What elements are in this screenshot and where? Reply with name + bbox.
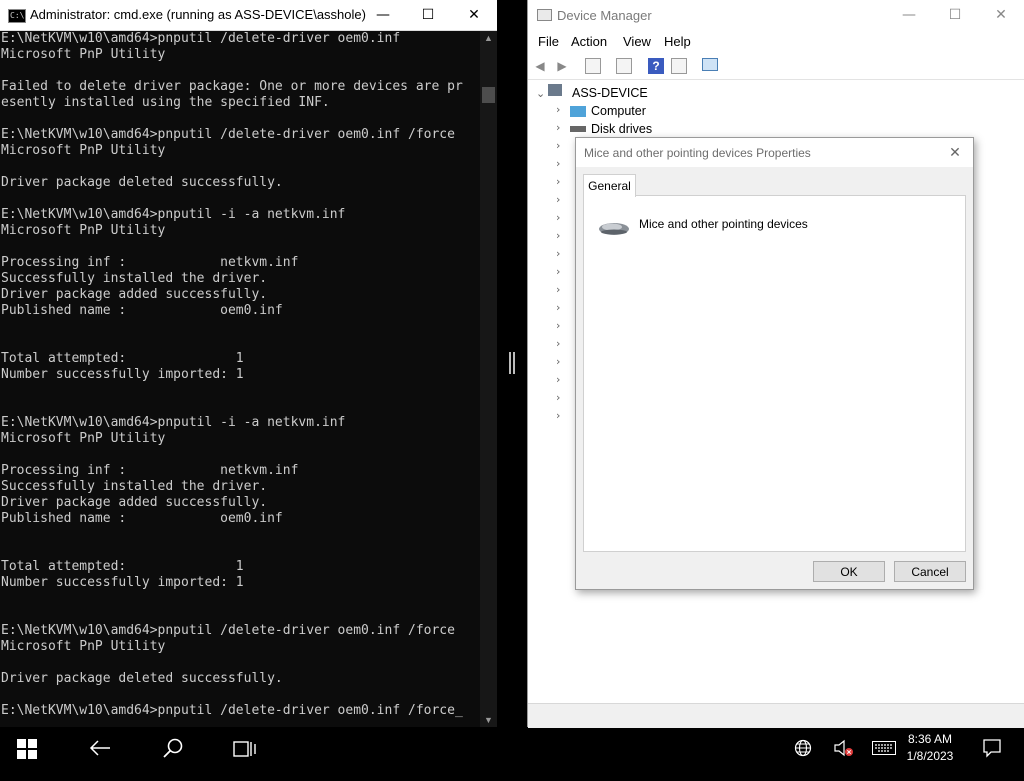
volume-muted-icon[interactable] <box>834 739 854 779</box>
console-scrollbar[interactable]: ▲ ▼ <box>480 31 497 727</box>
expand-chevron-icon[interactable]: › <box>556 121 560 134</box>
expand-chevron-icon[interactable]: › <box>556 175 560 188</box>
tree-item-computer[interactable]: Computer <box>591 102 646 120</box>
network-globe-icon[interactable] <box>794 739 812 779</box>
dm-minimize-button[interactable]: — <box>886 0 932 30</box>
back-arrow-icon[interactable]: ◀ <box>532 58 548 74</box>
dm-window-title: Device Manager <box>557 8 652 23</box>
details-icon[interactable] <box>616 58 632 74</box>
expand-chevron-icon[interactable]: › <box>556 391 560 404</box>
system-clock[interactable]: 8:36 AM 1/8/2023 <box>900 731 960 765</box>
minimize-button[interactable]: — <box>360 0 406 30</box>
cancel-button[interactable]: Cancel <box>894 561 966 582</box>
back-arrow-icon[interactable] <box>89 739 111 779</box>
notifications-icon[interactable] <box>983 739 1001 779</box>
expand-chevron-icon[interactable]: › <box>556 301 560 314</box>
expand-chevron-icon[interactable]: › <box>556 373 560 386</box>
general-tab-panel: Mice and other pointing devices <box>583 195 966 552</box>
snap-divider[interactable] <box>497 0 527 727</box>
dialog-close-button[interactable]: ✕ <box>943 142 967 164</box>
expand-chevron-icon[interactable]: › <box>556 193 560 206</box>
expand-chevron-icon[interactable]: › <box>556 211 560 224</box>
expand-chevron-icon[interactable]: › <box>556 157 560 170</box>
dm-maximize-button[interactable]: ☐ <box>932 0 978 30</box>
cmd-window-title: Administrator: cmd.exe (running as ASS-D… <box>30 7 366 22</box>
menu-action[interactable]: Action <box>571 34 607 49</box>
properties-icon[interactable] <box>585 58 601 74</box>
help-icon[interactable]: ? <box>648 58 664 74</box>
tree-item-disk-drives[interactable]: Disk drives <box>591 120 652 138</box>
expand-chevron-icon[interactable]: › <box>556 355 560 368</box>
expand-chevron-icon[interactable]: › <box>556 337 560 350</box>
scroll-down-arrow-icon[interactable]: ▼ <box>480 715 497 725</box>
expand-chevron-icon[interactable]: › <box>556 409 560 422</box>
menu-file[interactable]: File <box>538 34 559 49</box>
cmd-window[interactable]: C:\ Administrator: cmd.exe (running as A… <box>0 0 497 727</box>
cmd-title-bar[interactable]: C:\ Administrator: cmd.exe (running as A… <box>0 0 497 31</box>
toolbar: ◀ ▶ ? <box>528 53 1024 80</box>
divider-grip-icon[interactable] <box>509 352 515 374</box>
close-button[interactable]: ✕ <box>451 0 497 30</box>
scroll-up-arrow-icon[interactable]: ▲ <box>480 33 497 43</box>
console-output[interactable]: E:\NetKVM\w10\amd64>pnputil /delete-driv… <box>1 31 479 727</box>
search-icon[interactable] <box>162 738 184 778</box>
disk-drive-icon <box>570 126 586 132</box>
expand-chevron-icon[interactable]: › <box>556 247 560 260</box>
dialog-title-bar[interactable]: Mice and other pointing devices Properti… <box>576 138 973 167</box>
menu-help[interactable]: Help <box>664 34 691 49</box>
expand-chevron-icon[interactable]: › <box>556 229 560 242</box>
device-manager-app-icon <box>537 9 552 21</box>
taskbar: 8:36 AM 1/8/2023 <box>0 728 1024 768</box>
view-icon[interactable] <box>671 58 687 74</box>
windows-start-icon[interactable] <box>17 739 37 779</box>
forward-arrow-icon[interactable]: ▶ <box>554 58 570 74</box>
tree-root[interactable]: ASS-DEVICE <box>572 84 648 102</box>
keyboard-icon[interactable] <box>872 741 896 781</box>
status-bar <box>528 703 1024 728</box>
computer-root-icon <box>548 84 562 96</box>
expand-chevron-icon[interactable]: › <box>556 103 560 116</box>
maximize-button[interactable]: ☐ <box>405 0 451 30</box>
mouse-icon <box>599 223 629 235</box>
expand-chevron-icon[interactable]: › <box>556 139 560 152</box>
menu-bar: File Action View Help <box>528 31 1024 53</box>
properties-dialog[interactable]: Mice and other pointing devices Properti… <box>575 137 974 590</box>
device-name-label: Mice and other pointing devices <box>639 217 808 231</box>
menu-view[interactable]: View <box>623 34 651 49</box>
tab-general[interactable]: General <box>583 174 636 197</box>
expand-chevron-icon[interactable]: › <box>556 319 560 332</box>
dialog-title: Mice and other pointing devices Properti… <box>584 146 811 160</box>
cmd-app-icon: C:\ <box>8 9 26 23</box>
ok-button[interactable]: OK <box>813 561 885 582</box>
task-view-icon[interactable] <box>233 739 257 779</box>
dm-close-button[interactable]: ✕ <box>978 0 1024 30</box>
collapse-chevron-icon[interactable]: ⌄ <box>536 87 545 100</box>
clock-date: 1/8/2023 <box>906 749 954 763</box>
clock-time: 8:36 AM <box>907 732 953 746</box>
monitor-icon <box>570 106 586 117</box>
dm-title-bar[interactable]: Device Manager — ☐ ✕ <box>528 0 1024 30</box>
expand-chevron-icon[interactable]: › <box>556 283 560 296</box>
scan-hardware-icon[interactable] <box>702 58 718 71</box>
scrollbar-thumb[interactable] <box>482 87 495 103</box>
expand-chevron-icon[interactable]: › <box>556 265 560 278</box>
